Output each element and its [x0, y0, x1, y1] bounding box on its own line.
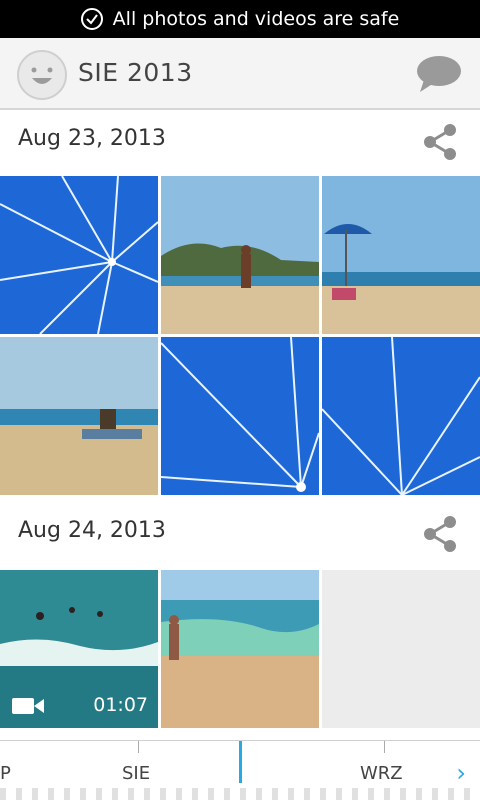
section-header: Aug 24, 2013 — [0, 502, 480, 566]
photo-thumbnail[interactable] — [0, 176, 158, 334]
section-header: Aug 23, 2013 — [0, 110, 480, 174]
app-bar: SIE 2013 — [0, 38, 480, 110]
share-icon[interactable] — [420, 514, 460, 554]
status-message: All photos and videos are safe — [112, 8, 400, 30]
timeline-tick — [138, 741, 139, 753]
section-date: Aug 23, 2013 — [18, 126, 166, 151]
photo-thumbnail[interactable] — [161, 176, 319, 334]
photo-thumbnail[interactable] — [322, 337, 480, 495]
timeline-dots — [0, 788, 480, 800]
video-duration: 01:07 — [93, 694, 148, 716]
timeline-cursor[interactable] — [239, 741, 242, 783]
avatar-face-icon[interactable] — [17, 50, 67, 100]
empty-tile — [322, 570, 480, 728]
timeline-label-current[interactable]: SIE — [122, 763, 150, 784]
timeline-label-next[interactable]: WRZ — [360, 763, 403, 784]
chat-bubble-icon[interactable] — [416, 54, 462, 94]
section-date: Aug 24, 2013 — [18, 518, 166, 543]
video-thumbnail[interactable]: 01:07 — [0, 570, 158, 728]
timeline-scrubber[interactable]: P SIE WRZ › — [0, 740, 480, 800]
photo-thumbnail[interactable] — [322, 176, 480, 334]
chevron-right-icon[interactable]: › — [456, 759, 466, 787]
photo-grid — [0, 176, 480, 496]
photo-grid: 01:07 — [0, 570, 480, 728]
photo-thumbnail[interactable] — [161, 570, 319, 728]
timeline-label-prev[interactable]: P — [0, 763, 11, 784]
timeline-tick — [384, 741, 385, 753]
share-icon[interactable] — [420, 122, 460, 162]
page-title: SIE 2013 — [78, 58, 193, 87]
video-camera-icon — [12, 696, 44, 716]
check-circle-icon — [80, 8, 103, 30]
photo-thumbnail[interactable] — [161, 337, 319, 495]
photo-thumbnail[interactable] — [0, 337, 158, 495]
status-bar: All photos and videos are safe — [0, 0, 480, 38]
